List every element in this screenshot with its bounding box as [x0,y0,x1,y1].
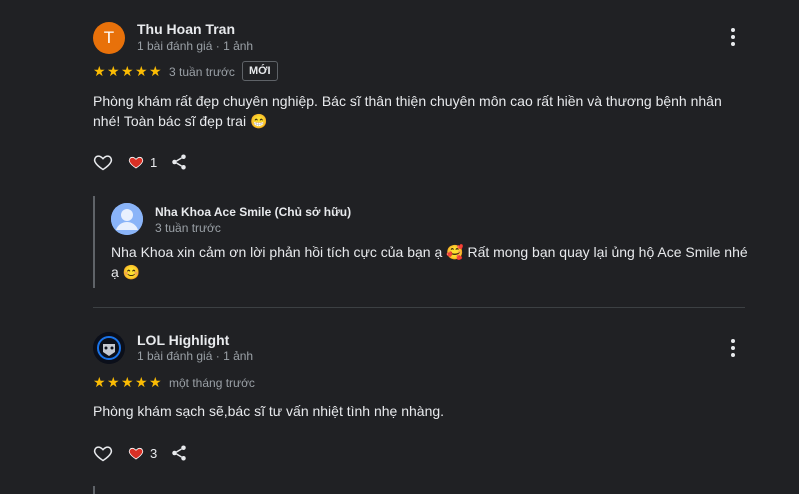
star-rating: ★ ★ ★ ★ ★ [93,63,162,79]
reaction-count-button[interactable]: 3 [128,445,157,461]
star-rating: ★ ★ ★ ★ ★ [93,374,162,390]
star-icon: ★ [93,374,106,390]
heart-outline-icon [93,155,113,171]
person-icon [111,203,143,235]
star-icon: ★ [107,374,120,390]
star-icon: ★ [149,63,162,79]
more-options-button[interactable] [721,25,745,49]
share-button[interactable] [170,444,188,462]
reviewer-meta: 1 bài đánh giá · 1 ảnh [137,39,254,53]
reply-time: 3 tuần trước [155,221,221,235]
share-icon [172,445,186,461]
avatar[interactable]: T [93,22,125,54]
heart-filled-icon [128,156,144,169]
reply-text-line: ạ 😊 [111,264,141,280]
more-vert-icon [731,28,735,32]
review-actions: 1 [93,152,188,172]
owner-name: Nha Khoa Ace Smile (Chủ sở hữu) [155,205,352,219]
owner-avatar[interactable] [111,203,143,235]
review-text: Phòng khám rất đẹp chuyên nghiệp. Bác sĩ… [93,91,753,131]
reviewer-meta: 1 bài đánh giá · 1 ảnh [137,349,254,363]
more-options-button[interactable] [721,336,745,360]
share-icon [172,154,186,170]
like-button[interactable] [93,443,113,463]
star-icon: ★ [93,63,106,79]
reviewer-name[interactable]: LOL Highlight [137,332,229,348]
reviewer-name[interactable]: Thu Hoan Tran [137,21,235,37]
review-time: một tháng trước [169,376,255,390]
heart-filled-icon [128,447,144,460]
review-text-line: Phòng khám sạch sẽ,bác sĩ tư vấn nhiệt t… [93,403,445,419]
reply-bar [93,196,95,288]
review-time: 3 tuần trước [169,65,235,79]
star-icon: ★ [121,63,134,79]
more-vert-icon [731,339,735,343]
star-icon: ★ [149,374,162,390]
star-icon: ★ [135,63,148,79]
review-divider [93,307,745,308]
like-count: 1 [150,154,158,170]
avatar-letter: T [103,28,115,47]
reaction-count-button[interactable]: 1 [128,154,157,170]
avatar-image-icon [93,332,125,364]
star-icon: ★ [121,374,134,390]
reply-text-line: Nha Khoa xin cảm ơn lời phản hồi tích cự… [111,244,748,260]
new-badge: MỚI [242,61,278,81]
star-icon: ★ [135,374,148,390]
reply-text: Nha Khoa xin cảm ơn lời phản hồi tích cự… [111,242,761,282]
share-button[interactable] [170,153,188,171]
like-count: 3 [150,445,158,461]
like-button[interactable] [93,152,113,172]
reply-bar [93,486,95,494]
review-text-line: Phòng khám rất đẹp chuyên nghiệp. Bác sĩ… [93,93,722,109]
heart-outline-icon [93,446,113,462]
avatar[interactable] [93,332,125,364]
review-actions: 3 [93,443,188,463]
review-text-line: nhé! Toàn bác sĩ đẹp trai 😁 [93,113,268,129]
review-text: Phòng khám sạch sẽ,bác sĩ tư vấn nhiệt t… [93,401,753,421]
star-icon: ★ [107,63,120,79]
